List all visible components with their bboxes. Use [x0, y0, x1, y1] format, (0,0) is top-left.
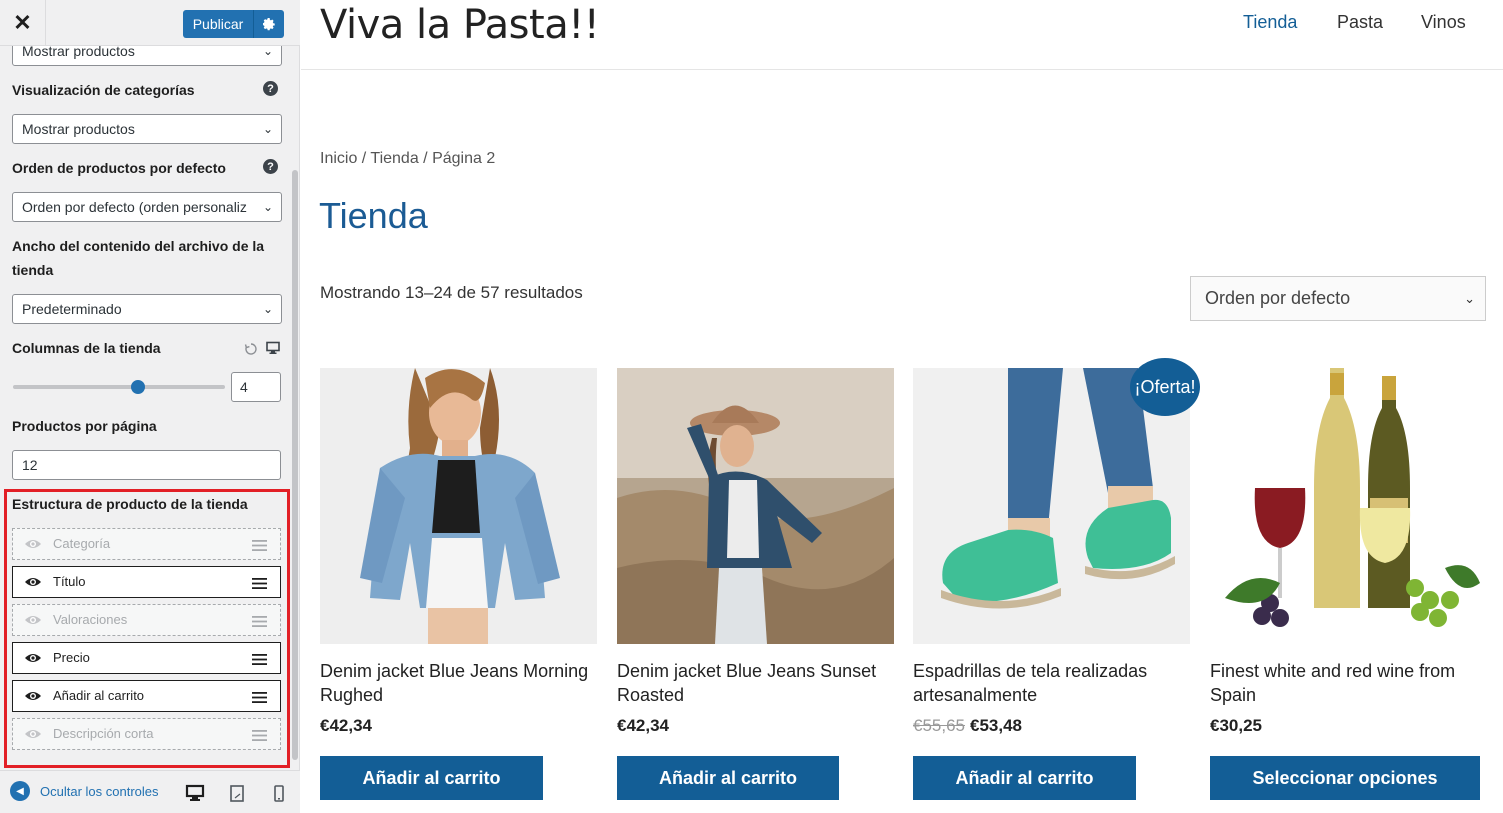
help-icon[interactable]: ? — [263, 159, 278, 174]
sale-badge: ¡Oferta! — [1130, 358, 1200, 416]
desktop-icon[interactable] — [266, 341, 280, 355]
eye-icon[interactable] — [24, 689, 42, 703]
eye-icon[interactable] — [24, 575, 42, 589]
drag-handle-icon[interactable] — [252, 691, 267, 703]
structure-item-label: Título — [53, 574, 86, 589]
site-preview: Viva la Pasta!! Tienda Pasta Vinos Inici… — [301, 0, 1503, 813]
nav-item-vinos[interactable]: Vinos — [1421, 12, 1466, 33]
orderby-value: Orden por defecto — [1205, 288, 1351, 308]
chevron-down-icon: ⌄ — [262, 302, 273, 316]
breadcrumb: Inicio / Tienda / Página 2 — [320, 150, 496, 167]
mobile-preview-icon[interactable] — [269, 783, 289, 803]
desktop-preview-icon[interactable] — [185, 783, 205, 803]
category-display-select[interactable]: Mostrar productos ⌄ — [12, 114, 282, 144]
product-structure-label: Estructura de producto de la tienda — [12, 496, 248, 512]
eye-icon[interactable] — [24, 537, 42, 551]
product-title[interactable]: Denim jacket Blue Jeans Morning Rughed — [320, 659, 597, 707]
products-per-page-label: Productos por página — [12, 418, 157, 434]
chevron-down-icon: ⌄ — [262, 200, 273, 214]
columns-slider-handle[interactable] — [131, 380, 145, 394]
drag-handle-icon[interactable] — [252, 729, 267, 741]
sidebar-scrollbar[interactable] — [292, 170, 298, 760]
orderby-select[interactable]: Orden por defecto ⌄ — [1190, 276, 1486, 321]
structure-item-label: Categoría — [53, 536, 111, 551]
eye-icon[interactable] — [24, 727, 42, 741]
nav-item-tienda[interactable]: Tienda — [1243, 12, 1297, 33]
columns-number-input[interactable]: 4 — [231, 372, 281, 402]
products-per-page-input[interactable]: 12 — [12, 450, 281, 480]
columns-slider-track[interactable] — [13, 385, 225, 389]
product-price: €55,65 €53,48 — [913, 716, 1022, 736]
site-title[interactable]: Viva la Pasta!! — [320, 2, 600, 48]
customizer-footer: ◀ Ocultar los controles — [0, 770, 300, 813]
product-card: Denim jacket Blue Jeans Sunset Roasted €… — [617, 368, 894, 800]
product-card: ¡Oferta! Espadrillas de tela realizadas … — [913, 358, 1200, 800]
eye-icon[interactable] — [24, 613, 42, 627]
structure-item[interactable]: Valoraciones — [12, 604, 281, 636]
product-image[interactable] — [1210, 368, 1487, 644]
archive-width-label: Ancho del contenido del archivo de la — [12, 238, 265, 254]
product-price-current: €42,34 — [617, 716, 669, 735]
product-price: €42,34 — [320, 716, 372, 736]
customizer-sidebar: ✕ Publicar Mostrar productos ⌄ Visualiza… — [0, 0, 300, 813]
hide-controls-label: Ocultar los controles — [40, 783, 159, 799]
add-to-cart-button[interactable]: Añadir al carrito — [320, 756, 543, 800]
reset-icon[interactable] — [244, 342, 258, 356]
hide-controls-button[interactable]: ◀ Ocultar los controles — [10, 781, 170, 801]
product-price: €42,34 — [617, 716, 669, 736]
chevron-down-icon: ⌄ — [262, 122, 273, 136]
product-title[interactable]: Espadrillas de tela realizadas artesanal… — [913, 659, 1190, 707]
structure-item[interactable]: Precio — [12, 642, 281, 674]
nav-item-pasta[interactable]: Pasta — [1337, 12, 1383, 33]
structure-item[interactable]: Título — [12, 566, 281, 598]
category-display-label: Visualización de categorías — [12, 82, 195, 98]
product-title[interactable]: Finest white and red wine from Spain — [1210, 659, 1487, 707]
structure-item-label: Precio — [53, 650, 90, 665]
structure-item-label: Valoraciones — [53, 612, 128, 627]
result-count: Mostrando 13–24 de 57 resultados — [320, 283, 583, 302]
structure-item[interactable]: Descripción corta — [12, 718, 281, 750]
structure-item[interactable]: Categoría — [12, 528, 281, 560]
default-order-label: Orden de productos por defecto — [12, 160, 226, 176]
site-header: Viva la Pasta!! Tienda Pasta Vinos — [301, 0, 1503, 70]
default-order-value: Orden por defecto (orden personaliz — [22, 199, 247, 215]
product-price: €30,25 — [1210, 716, 1262, 736]
gear-icon[interactable] — [253, 10, 284, 38]
chevron-down-icon: ⌄ — [1464, 291, 1475, 306]
product-price-current: €30,25 — [1210, 716, 1262, 735]
close-icon[interactable]: ✕ — [0, 0, 46, 46]
arrow-left-icon: ◀ — [10, 781, 30, 801]
drag-handle-icon[interactable] — [252, 615, 267, 627]
shop-columns-label: Columnas de la tienda — [12, 340, 161, 356]
product-card: Finest white and red wine from Spain €30… — [1210, 368, 1487, 800]
product-title[interactable]: Denim jacket Blue Jeans Sunset Roasted — [617, 659, 894, 707]
default-order-select[interactable]: Orden por defecto (orden personaliz ⌄ — [12, 192, 282, 222]
add-to-cart-button[interactable]: Añadir al carrito — [617, 756, 839, 800]
archive-width-value: Predeterminado — [22, 301, 122, 317]
structure-item[interactable]: Añadir al carrito — [12, 680, 281, 712]
eye-icon[interactable] — [24, 651, 42, 665]
product-price-current: €42,34 — [320, 716, 372, 735]
tablet-preview-icon[interactable] — [227, 783, 247, 803]
drag-handle-icon[interactable] — [252, 577, 267, 589]
publish-group: Publicar — [183, 10, 284, 38]
product-price-old: €55,65 — [913, 716, 965, 735]
product-price-current: €53,48 — [970, 716, 1022, 735]
category-display-value: Mostrar productos — [22, 121, 135, 137]
select-options-button[interactable]: Seleccionar opciones — [1210, 756, 1480, 800]
add-to-cart-button[interactable]: Añadir al carrito — [913, 756, 1136, 800]
drag-handle-icon[interactable] — [252, 539, 267, 551]
product-image[interactable] — [617, 368, 894, 644]
archive-width-label-line2: tienda — [12, 262, 54, 278]
structure-item-label: Descripción corta — [53, 726, 154, 741]
help-icon[interactable]: ? — [263, 81, 278, 96]
drag-handle-icon[interactable] — [252, 653, 267, 665]
publish-button[interactable]: Publicar — [183, 10, 253, 38]
customizer-header: ✕ Publicar — [0, 0, 300, 46]
structure-item-label: Añadir al carrito — [53, 688, 145, 703]
archive-width-select[interactable]: Predeterminado ⌄ — [12, 294, 282, 324]
product-image[interactable] — [320, 368, 597, 644]
page-title: Tienda — [319, 195, 428, 236]
product-card: Denim jacket Blue Jeans Morning Rughed €… — [320, 368, 597, 800]
